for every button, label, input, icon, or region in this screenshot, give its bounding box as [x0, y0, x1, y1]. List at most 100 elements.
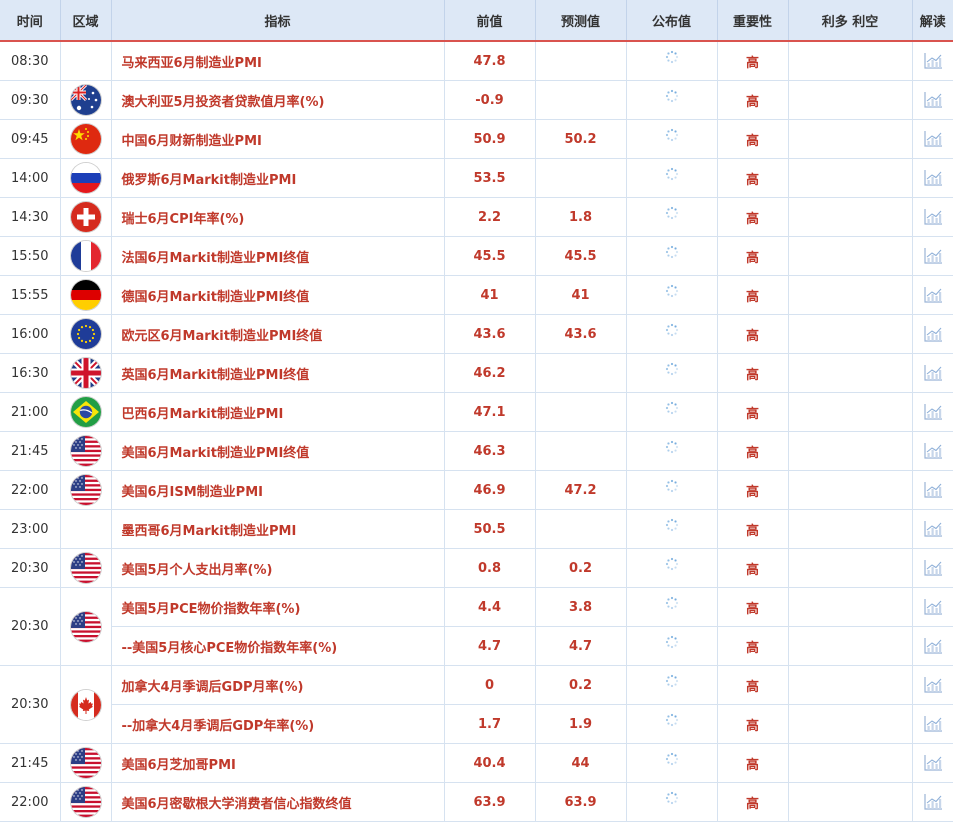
- chart-icon[interactable]: [923, 637, 943, 655]
- canada-flag-icon: [70, 689, 101, 720]
- indicator-link[interactable]: --美国5月核心PCE物价指数年率(%): [111, 626, 445, 666]
- previous-value: 50.5: [444, 509, 536, 549]
- indicator-link[interactable]: 瑞士6月CPI年率(%): [111, 197, 445, 237]
- actual-value: [626, 587, 718, 627]
- table-row: 08:30 马来西亚6月制造业PMI 47.8 高: [0, 41, 953, 81]
- chart-icon[interactable]: [923, 325, 943, 343]
- effect-cell: [788, 665, 913, 705]
- effect-cell: [788, 626, 913, 666]
- forecast-value: [535, 431, 627, 471]
- chart-icon[interactable]: [923, 559, 943, 577]
- indicator-link[interactable]: 美国5月PCE物价指数年率(%): [111, 587, 445, 627]
- chart-icon[interactable]: [923, 520, 943, 538]
- previous-value: -0.9: [444, 80, 536, 120]
- chart-icon[interactable]: [923, 754, 943, 772]
- effect-cell: [788, 587, 913, 627]
- previous-value: 47.1: [444, 392, 536, 432]
- actual-value: [626, 392, 718, 432]
- chart-icon[interactable]: [923, 208, 943, 226]
- indicator-link[interactable]: 美国6月芝加哥PMI: [111, 743, 445, 783]
- header-explain: 解读: [912, 0, 953, 42]
- indicator-link[interactable]: 美国5月个人支出月率(%): [111, 548, 445, 588]
- forecast-value: [535, 392, 627, 432]
- chart-icon[interactable]: [923, 364, 943, 382]
- chart-icon[interactable]: [923, 598, 943, 616]
- indicator-link[interactable]: 澳大利亚5月投资者贷款值月率(%): [111, 80, 445, 120]
- explain-cell: [912, 587, 953, 627]
- indicator-link[interactable]: 俄罗斯6月Markit制造业PMI: [111, 158, 445, 198]
- explain-cell: [912, 665, 953, 705]
- chart-icon[interactable]: [923, 442, 943, 460]
- explain-cell: [912, 119, 953, 159]
- explain-cell: [912, 236, 953, 276]
- region-cell: [60, 587, 112, 666]
- table-row: 20:30 美国5月个人支出月率(%) 0.8 0.2 高: [0, 548, 953, 588]
- region-cell: [60, 80, 112, 120]
- indicator-link[interactable]: 法国6月Markit制造业PMI终值: [111, 236, 445, 276]
- loading-spinner-icon: [665, 518, 679, 532]
- actual-value: [626, 353, 718, 393]
- actual-value: [626, 665, 718, 705]
- loading-spinner-icon: [665, 791, 679, 805]
- forecast-value: 43.6: [535, 314, 627, 354]
- indicator-link[interactable]: 英国6月Markit制造业PMI终值: [111, 353, 445, 393]
- explain-cell: [912, 431, 953, 471]
- importance-value: 高: [717, 704, 789, 744]
- header-forecast: 预测值: [535, 0, 627, 42]
- indicator-link[interactable]: --加拿大4月季调后GDP年率(%): [111, 704, 445, 744]
- indicator-link[interactable]: 美国6月Markit制造业PMI终值: [111, 431, 445, 471]
- chart-icon[interactable]: [923, 130, 943, 148]
- usa-flag-icon: [70, 436, 101, 466]
- previous-value: 40.4: [444, 743, 536, 783]
- indicator-link[interactable]: 加拿大4月季调后GDP月率(%): [111, 665, 445, 705]
- indicator-link[interactable]: 美国6月ISM制造业PMI: [111, 470, 445, 510]
- actual-value: [626, 743, 718, 783]
- chart-icon[interactable]: [923, 247, 943, 265]
- effect-cell: [788, 782, 913, 822]
- actual-value: [626, 704, 718, 744]
- effect-cell: [788, 470, 913, 510]
- indicator-link[interactable]: 中国6月财新制造业PMI: [111, 119, 445, 159]
- chart-icon[interactable]: [923, 793, 943, 811]
- forecast-value: [535, 353, 627, 393]
- indicator-link[interactable]: 巴西6月Markit制造业PMI: [111, 392, 445, 432]
- importance-value: 高: [717, 782, 789, 822]
- previous-value: 63.9: [444, 782, 536, 822]
- event-time: 08:30: [0, 41, 61, 81]
- forecast-value: 0.2: [535, 665, 627, 705]
- loading-spinner-icon: [665, 440, 679, 454]
- actual-value: [626, 314, 718, 354]
- event-time: 22:00: [0, 470, 61, 510]
- event-time: 16:30: [0, 353, 61, 393]
- table-row: 16:00 欧元区6月Markit制造业PMI终值 43.6 43.6 高: [0, 314, 953, 354]
- chart-icon[interactable]: [923, 481, 943, 499]
- chart-icon[interactable]: [923, 676, 943, 694]
- chart-icon[interactable]: [923, 52, 943, 70]
- event-time: 23:00: [0, 509, 61, 549]
- table-row: 20:30 加拿大4月季调后GDP月率(%) 0 0.2 高: [0, 665, 953, 744]
- table-row: 23:00 墨西哥6月Markit制造业PMI 50.5 高: [0, 509, 953, 549]
- chart-icon[interactable]: [923, 169, 943, 187]
- region-cell: [60, 353, 112, 393]
- header-importance: 重要性: [717, 0, 789, 42]
- importance-value: 高: [717, 197, 789, 237]
- chart-icon[interactable]: [923, 403, 943, 421]
- indicator-link[interactable]: 德国6月Markit制造业PMI终值: [111, 275, 445, 315]
- chart-icon[interactable]: [923, 91, 943, 109]
- chart-icon[interactable]: [923, 286, 943, 304]
- effect-cell: [788, 743, 913, 783]
- indicator-link[interactable]: 墨西哥6月Markit制造业PMI: [111, 509, 445, 549]
- indicator-link[interactable]: 马来西亚6月制造业PMI: [111, 41, 445, 81]
- usa-flag-icon: [70, 611, 101, 642]
- actual-value: [626, 782, 718, 822]
- australia-flag-icon: [70, 85, 101, 115]
- table-row: 15:55 德国6月Markit制造业PMI终值 41 41 高: [0, 275, 953, 315]
- importance-value: 高: [717, 626, 789, 666]
- importance-value: 高: [717, 587, 789, 627]
- indicator-link[interactable]: 美国6月密歇根大学消费者信心指数终值: [111, 782, 445, 822]
- table-row: 21:45 美国6月芝加哥PMI 40.4 44 高: [0, 743, 953, 783]
- indicator-link[interactable]: 欧元区6月Markit制造业PMI终值: [111, 314, 445, 354]
- region-cell: [60, 743, 112, 783]
- usa-flag-icon: [70, 553, 101, 583]
- chart-icon[interactable]: [923, 715, 943, 733]
